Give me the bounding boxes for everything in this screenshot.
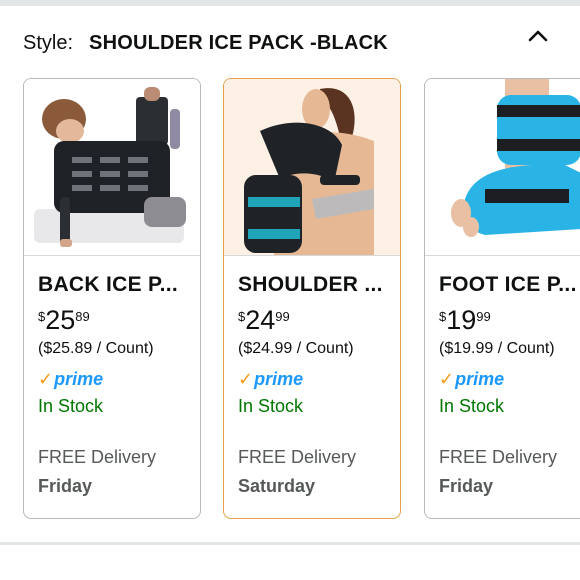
price-symbol: $ [238,309,246,324]
unit-price: ($24.99 / Count) [238,340,354,357]
style-option-card-shoulder[interactable]: SHOULDER ... $ 24 99 ($24.99 / Count) ✓ … [223,78,401,519]
style-value: SHOULDER ICE PACK -BLACK [89,31,388,54]
price-whole: 24 [245,305,276,335]
prime-check-icon: ✓ [238,369,254,389]
stock-status: In Stock [38,396,104,416]
style-options-carousel: BACK ICE P... $ 25 89 ($25.89 / Count) ✓… [23,78,580,519]
price-symbol: $ [439,309,447,324]
product-price: $ 24 99 [238,305,390,337]
product-image-foot [425,79,580,256]
product-price: $ 19 99 [439,305,580,337]
unit-price: ($19.99 / Count) [439,340,555,357]
stock-status: In Stock [439,396,505,416]
product-title: BACK ICE P... [38,273,179,296]
prime-badge: ✓ prime [439,368,580,390]
stock-status: In Stock [238,396,304,416]
price-fraction: 99 [275,309,290,324]
style-option-card-back[interactable]: BACK ICE P... $ 25 89 ($25.89 / Count) ✓… [23,78,201,519]
chevron-up-icon[interactable] [526,24,550,48]
prime-label: prime [254,368,304,389]
prime-label: prime [455,368,505,389]
product-price: $ 25 89 [38,305,190,337]
prime-check-icon: ✓ [38,369,54,389]
product-title: FOOT ICE P... [439,273,577,296]
product-image-shoulder [224,79,400,256]
style-option-card-foot[interactable]: FOOT ICE P... $ 19 99 ($19.99 / Count) ✓… [424,78,580,519]
delivery-day: Saturday [238,476,316,496]
price-symbol: $ [38,309,46,324]
delivery-label: FREE Delivery [38,447,157,467]
price-whole: 25 [45,305,76,335]
delivery-label: FREE Delivery [439,447,558,467]
delivery-day: Friday [38,476,93,496]
prime-badge: ✓ prime [38,368,190,390]
delivery-label: FREE Delivery [238,447,357,467]
unit-price: ($25.89 / Count) [38,340,154,357]
top-divider [0,0,580,6]
price-fraction: 99 [476,309,491,324]
product-image-back [24,79,200,256]
prime-label: prime [54,368,104,389]
delivery-day: Friday [439,476,494,496]
style-selector-row: Style: SHOULDER ICE PACK -BLACK [23,28,580,58]
price-fraction: 89 [75,309,90,324]
product-title: SHOULDER ... [238,273,383,296]
price-whole: 19 [446,305,477,335]
bottom-divider [0,542,580,545]
prime-badge: ✓ prime [238,368,390,390]
style-label: Style: [23,31,74,54]
prime-check-icon: ✓ [439,369,455,389]
